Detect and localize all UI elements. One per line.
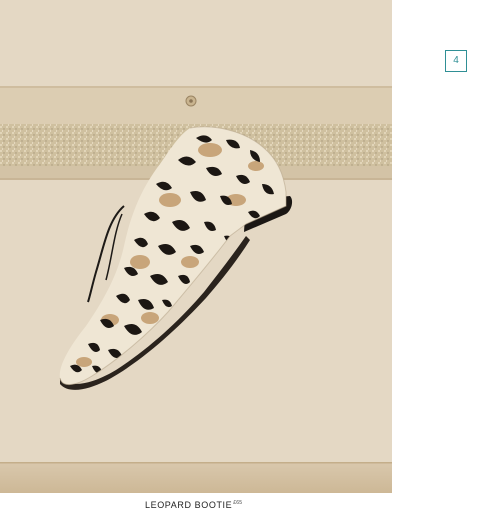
hook-icon bbox=[185, 95, 197, 107]
product-photo bbox=[0, 0, 392, 493]
product-price: £65 bbox=[233, 500, 243, 506]
shelf-top-band bbox=[0, 86, 392, 124]
product-caption: LEOPARD BOOTIE£65 bbox=[145, 500, 242, 510]
catalog-page: 4 LEOPARD BOOTIE£65 bbox=[0, 0, 493, 532]
page-number-badge: 4 bbox=[445, 50, 467, 72]
leopard-bootie-image bbox=[0, 0, 392, 493]
product-name: LEOPARD BOOTIE bbox=[145, 500, 233, 510]
floor bbox=[0, 462, 392, 493]
